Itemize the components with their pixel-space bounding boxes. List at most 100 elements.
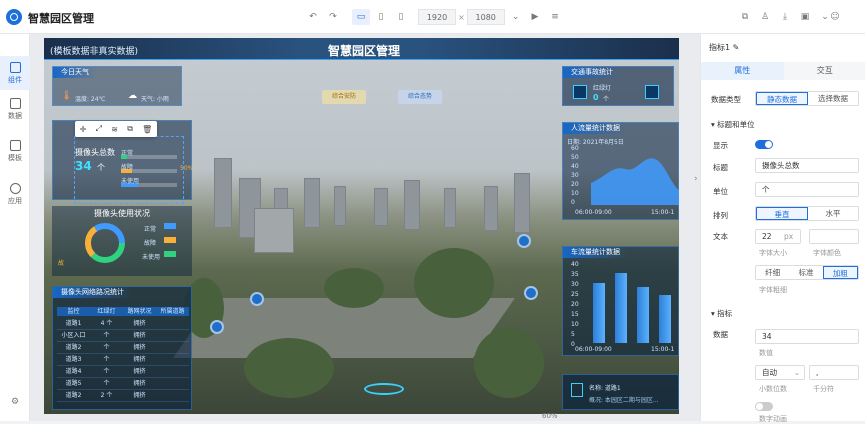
table-cell [156, 390, 189, 401]
table-cell: 拥挤 [123, 354, 156, 365]
number-animation-toggle[interactable] [755, 402, 773, 411]
camera-marker[interactable] [524, 286, 538, 300]
tab-interaction[interactable]: 交互 [784, 62, 865, 80]
vehicle-bar [615, 273, 627, 343]
height-input[interactable]: 1080 [467, 9, 505, 25]
table-cell [156, 318, 189, 329]
weather-panel[interactable]: 今日天气 🌡 温度: 24℃ ☁ 天气: 小雨 [52, 66, 182, 106]
table-cell: 4 个 [90, 318, 123, 329]
save-icon[interactable]: ▣ [796, 9, 814, 25]
dashboard-canvas[interactable]: (模板数据非真实数据) 智慧园区管理 今日天气 🌡 温度: 24℃ ☁ 天气: … [44, 38, 679, 414]
sidebar-item-apps[interactable]: 应用 [0, 177, 30, 211]
rain-cloud-icon: ☁ [128, 91, 137, 101]
decimal-value: 自动 [762, 368, 777, 377]
dashboard-header: (模板数据非真实数据) 智慧园区管理 [44, 38, 679, 60]
play-icon[interactable]: ▶ [526, 9, 544, 25]
static-data-option[interactable]: 静态数据 [756, 92, 808, 105]
font-size-input[interactable]: 22 px [755, 229, 801, 244]
col-header: 监控 [57, 307, 90, 316]
horizontal-option[interactable]: 水平 [808, 207, 858, 220]
section-toggle-metric[interactable]: ▾ 指标 [711, 308, 732, 319]
axis-tick: 30 [571, 172, 579, 179]
zoom-level[interactable]: 60% [542, 412, 558, 420]
move-icon[interactable]: ✛ [80, 125, 87, 134]
table-row[interactable]: 道路4个拥挤 [57, 366, 189, 378]
table-cell: 个 [90, 330, 123, 341]
copy-icon[interactable]: ⧉ [127, 124, 133, 134]
table-row[interactable]: 道路22 个拥挤 [57, 390, 189, 402]
sidebar-item-label: 模板 [8, 153, 22, 163]
people-area-chart [591, 151, 679, 205]
unit-label: 单位 [713, 186, 728, 197]
table-cell: 道路5 [57, 378, 90, 389]
table-row[interactable]: 道路3个拥挤 [57, 354, 189, 366]
arrange-switch: 垂直 水平 [755, 206, 859, 221]
font-color-input[interactable] [809, 229, 859, 244]
thin-option[interactable]: 纤细 [756, 266, 789, 279]
traffic-header: 交通事故统计 [563, 67, 621, 78]
people-xtick: 15:00-1 [651, 209, 674, 216]
people-header: 人流量统计数据 [563, 123, 628, 134]
camera-marker[interactable] [517, 234, 531, 248]
bold-option[interactable]: 加粗 [823, 266, 858, 279]
show-toggle[interactable] [755, 140, 773, 149]
traffic-light-unit: 个 [603, 94, 609, 103]
database-icon [10, 98, 21, 109]
table-row[interactable]: 道路2个拥挤 [57, 342, 189, 354]
camera-marker[interactable] [250, 292, 264, 306]
sidebar-item-templates[interactable]: 模板 [0, 134, 30, 168]
tablet-icon[interactable]: ▯ [372, 9, 390, 25]
mobile-icon[interactable]: ▯ [392, 9, 410, 25]
normal-option[interactable]: 标准 [789, 266, 822, 279]
traffic-panel[interactable]: 交通事故统计 红绿灯 0 个 [562, 66, 674, 106]
layers-icon[interactable]: ≋ [111, 125, 118, 134]
title-input[interactable]: 摄像头总数 [755, 158, 859, 173]
desktop-icon[interactable]: ▭ [352, 9, 370, 25]
preview-group: ▶ ≡ [526, 9, 564, 25]
section-toggle-title-unit[interactable]: ▾ 标题和单位 [711, 119, 755, 130]
document-icon [571, 383, 583, 397]
table-row[interactable]: 道路14 个拥挤 [57, 318, 189, 330]
data-input[interactable]: 34 [755, 329, 859, 344]
people-flow-panel[interactable]: 人流量统计数据 日期: 2021年8月5日 6050403020100 06:0… [562, 122, 679, 220]
road-table-panel[interactable]: 摄像头网络路况统计 监控 红绿灯 路网状况 所属道路 道路14 个拥挤小区入口个… [52, 286, 192, 410]
sidebar-item-components[interactable]: 组件 [0, 56, 30, 90]
unit-input[interactable]: 个 [755, 182, 859, 197]
export-icon[interactable]: ⧉ [736, 9, 754, 25]
vehicle-flow-panel[interactable]: 车流量统计数据 4035302520151050 06:00-09:00 15:… [562, 246, 679, 356]
settings-icon[interactable]: ⚙ [6, 394, 24, 410]
decimal-select[interactable]: 自动⌄ [755, 365, 805, 380]
info-desc: 概况: 本园区二期与园区... [589, 395, 659, 404]
list-icon[interactable]: ≡ [546, 9, 564, 25]
table-row[interactable]: 小区入口个拥挤 [57, 330, 189, 342]
shirt-icon[interactable]: ♙ [756, 9, 774, 25]
data-type-label: 数据类型 [711, 94, 741, 105]
delete-icon[interactable]: 🗑 [142, 125, 152, 134]
info-card[interactable]: 名称: 道路1 概况: 本园区二期与园区... [562, 374, 679, 410]
user-icon[interactable]: ☺ [826, 9, 844, 25]
download-icon[interactable]: ⤓ [776, 9, 794, 25]
table-row[interactable]: 道路5个拥挤 [57, 378, 189, 390]
vehicle-bar [659, 295, 671, 343]
axis-tick: 40 [571, 163, 579, 170]
tab-situation[interactable]: 综合态势 [398, 90, 442, 104]
camera-marker[interactable] [210, 320, 224, 334]
camera-usage-panel[interactable]: 摄像头使用状况 故 正常 故障 未使用 [52, 206, 192, 276]
collapse-arrow-icon[interactable]: › [694, 174, 698, 184]
sidebar-item-data[interactable]: 数据 [0, 92, 30, 126]
vehicle-header: 车流量统计数据 [563, 247, 628, 258]
select-data-option[interactable]: 选择数据 [808, 92, 858, 105]
vertical-option[interactable]: 垂直 [756, 207, 808, 220]
show-label: 显示 [713, 140, 728, 151]
thousand-input[interactable]: , [809, 365, 859, 380]
chevron-down-icon[interactable]: ⌄ [507, 9, 525, 25]
edit-icon[interactable]: ✎ [733, 43, 740, 52]
app-logo [6, 9, 22, 25]
data-type-switch: 静态数据 选择数据 [755, 91, 859, 106]
width-input[interactable]: 1920 [418, 9, 456, 25]
tab-security[interactable]: 综合安防 [322, 90, 366, 104]
tab-properties[interactable]: 属性 [701, 62, 784, 80]
redo-icon[interactable]: ↷ [324, 9, 342, 25]
undo-icon[interactable]: ↶ [304, 9, 322, 25]
expand-icon[interactable]: ⤢ [96, 124, 102, 134]
